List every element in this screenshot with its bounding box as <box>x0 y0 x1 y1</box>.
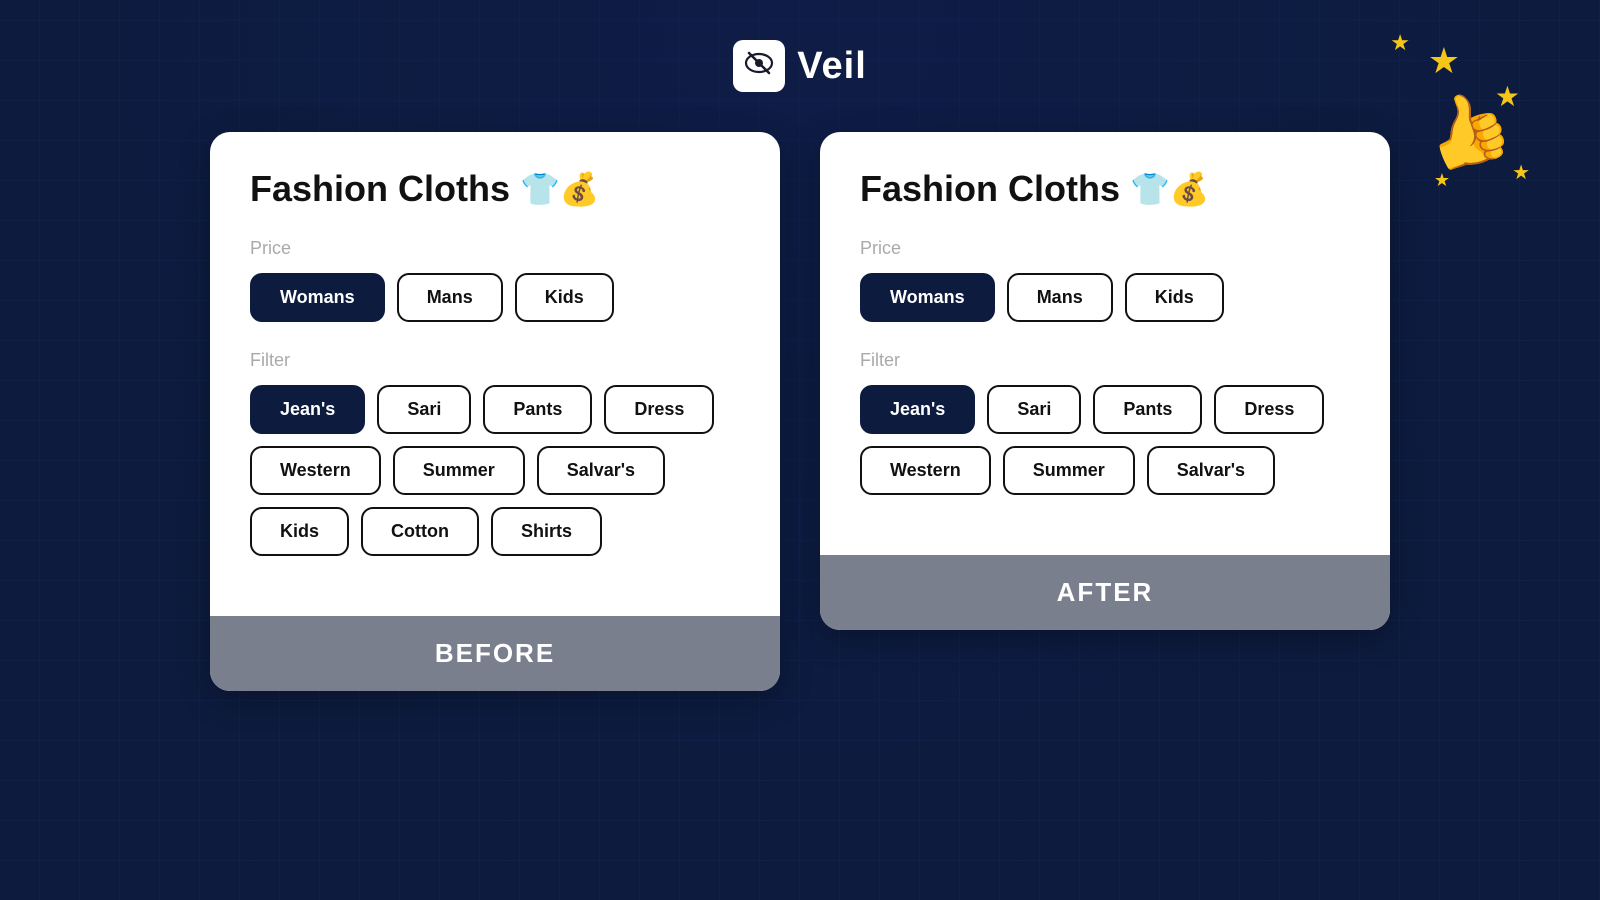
before-filter-label: Filter <box>250 350 740 371</box>
after-price-label: Price <box>860 238 1350 259</box>
after-card: Fashion Cloths 👕💰 Price Womans Mans Kids… <box>820 132 1390 630</box>
after-card-title: Fashion Cloths 👕💰 <box>860 168 1350 210</box>
after-price-btn-womans[interactable]: Womans <box>860 273 995 322</box>
header: Veil <box>733 40 867 92</box>
main-content: Fashion Cloths 👕💰 Price Womans Mans Kids… <box>0 132 1600 691</box>
star-5: ★ <box>1390 30 1410 56</box>
after-price-btn-kids[interactable]: Kids <box>1125 273 1224 322</box>
after-price-btn-mans[interactable]: Mans <box>1007 273 1113 322</box>
before-card-title: Fashion Cloths 👕💰 <box>250 168 740 210</box>
after-card-body: Fashion Cloths 👕💰 Price Womans Mans Kids… <box>820 132 1390 555</box>
before-filter-btn-dress[interactable]: Dress <box>604 385 714 434</box>
star-1: ★ <box>1428 40 1460 82</box>
before-price-btn-kids[interactable]: Kids <box>515 273 614 322</box>
before-filter-btn-salvars[interactable]: Salvar's <box>537 446 665 495</box>
before-filter-btn-pants[interactable]: Pants <box>483 385 592 434</box>
after-filter-btn-pants[interactable]: Pants <box>1093 385 1202 434</box>
before-price-buttons: Womans Mans Kids <box>250 273 740 322</box>
logo-box <box>733 40 785 92</box>
after-filter-label: Filter <box>860 350 1350 371</box>
before-filter-btn-kids[interactable]: Kids <box>250 507 349 556</box>
before-filter-btn-western[interactable]: Western <box>250 446 381 495</box>
before-filter-btn-sari[interactable]: Sari <box>377 385 471 434</box>
before-card-body: Fashion Cloths 👕💰 Price Womans Mans Kids… <box>210 132 780 616</box>
after-title-emoji: 👕💰 <box>1130 170 1210 208</box>
after-footer-label: AFTER <box>1057 577 1154 607</box>
after-filter-btn-salvars[interactable]: Salvar's <box>1147 446 1275 495</box>
before-filter-btn-cotton[interactable]: Cotton <box>361 507 479 556</box>
after-filter-btn-sari[interactable]: Sari <box>987 385 1081 434</box>
after-filter-buttons: Jean's Sari Pants Dress Western Summer S… <box>860 385 1350 495</box>
after-filter-btn-dress[interactable]: Dress <box>1214 385 1324 434</box>
veil-logo-icon <box>744 48 774 85</box>
before-filter-buttons: Jean's Sari Pants Dress Western Summer S… <box>250 385 740 556</box>
after-card-footer: AFTER <box>820 555 1390 630</box>
before-filter-btn-summer[interactable]: Summer <box>393 446 525 495</box>
before-footer-label: BEFORE <box>435 638 555 668</box>
after-filter-btn-western[interactable]: Western <box>860 446 991 495</box>
after-filter-btn-summer[interactable]: Summer <box>1003 446 1135 495</box>
before-filter-btn-jeans[interactable]: Jean's <box>250 385 365 434</box>
before-title-text: Fashion Cloths <box>250 168 510 210</box>
star-2: ★ <box>1495 80 1520 113</box>
before-card-footer: BEFORE <box>210 616 780 691</box>
brand-name: Veil <box>797 45 867 88</box>
before-price-label: Price <box>250 238 740 259</box>
before-card: Fashion Cloths 👕💰 Price Womans Mans Kids… <box>210 132 780 691</box>
before-price-btn-womans[interactable]: Womans <box>250 273 385 322</box>
before-title-emoji: 👕💰 <box>520 170 600 208</box>
before-price-btn-mans[interactable]: Mans <box>397 273 503 322</box>
after-price-buttons: Womans Mans Kids <box>860 273 1350 322</box>
before-filter-btn-shirts[interactable]: Shirts <box>491 507 602 556</box>
after-title-text: Fashion Cloths <box>860 168 1120 210</box>
after-filter-btn-jeans[interactable]: Jean's <box>860 385 975 434</box>
